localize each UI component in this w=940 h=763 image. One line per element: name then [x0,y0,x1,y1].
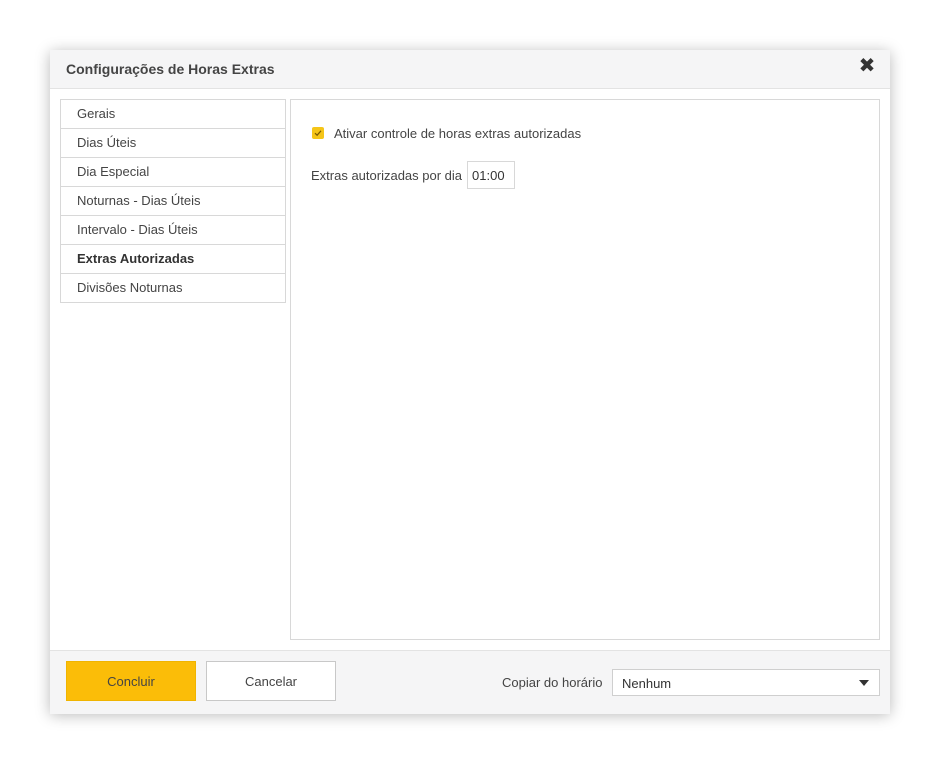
overtime-settings-dialog: Configurações de Horas Extras ✖ Gerais D… [50,50,890,714]
enable-authorized-overtime-checkbox[interactable] [312,127,324,139]
cancel-button[interactable]: Cancelar [206,661,336,701]
enable-authorized-overtime-row: Ativar controle de horas extras autoriza… [312,125,581,141]
checkmark-icon [314,130,322,137]
close-icon[interactable]: ✖ [858,56,876,76]
daily-authorized-overtime-input[interactable] [467,161,516,189]
nav-item-divisoes-noturnas[interactable]: Divisões Noturnas [61,274,285,303]
copy-schedule-selected-value: Nenhum [622,676,672,691]
dialog-title: Configurações de Horas Extras [66,61,275,77]
conclude-button[interactable]: Concluir [66,661,196,701]
copy-schedule-select[interactable]: Nenhum [612,669,880,696]
settings-nav: Gerais Dias Úteis Dia Especial Noturnas … [60,99,286,303]
nav-item-gerais[interactable]: Gerais [61,100,285,129]
dialog-header: Configurações de Horas Extras ✖ [50,50,890,89]
enable-authorized-overtime-label: Ativar controle de horas extras autoriza… [334,125,582,141]
settings-content-panel: Ativar controle de horas extras autoriza… [290,99,880,640]
copy-schedule-label: Copiar do horário [502,675,603,690]
daily-authorized-overtime-label: Extras autorizadas por dia [311,167,463,183]
nav-item-dias-uteis[interactable]: Dias Úteis [61,129,285,158]
dialog-footer: Concluir Cancelar Copiar do horário Nenh… [50,650,890,714]
nav-item-dia-especial[interactable]: Dia Especial [61,158,285,187]
chevron-down-icon [859,680,869,686]
nav-item-extras-autorizadas[interactable]: Extras Autorizadas [61,245,285,274]
nav-item-noturnas-dias-uteis[interactable]: Noturnas - Dias Úteis [61,187,285,216]
daily-authorized-overtime-row: Extras autorizadas por dia [311,160,516,190]
nav-item-intervalo-dias-uteis[interactable]: Intervalo - Dias Úteis [61,216,285,245]
